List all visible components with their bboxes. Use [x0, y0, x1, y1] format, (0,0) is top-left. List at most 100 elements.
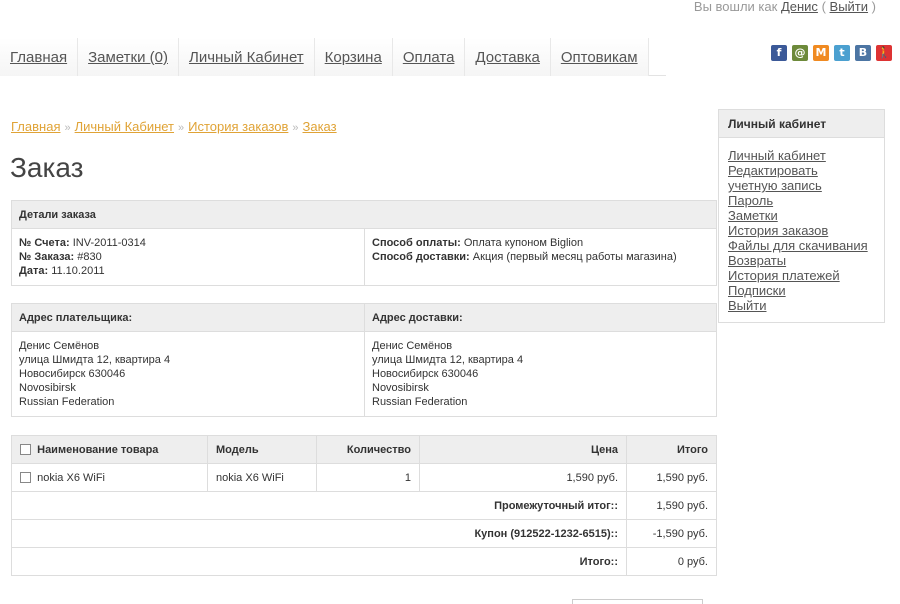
sidebar-link-returns[interactable]: Возвраты — [728, 253, 875, 268]
subtotal-row: Промежуточный итог:: 1,590 руб. — [11, 491, 717, 520]
sidebar-link-account[interactable]: Личный кабинет — [728, 148, 875, 163]
nav-delivery-label: Доставка — [475, 49, 540, 66]
nav-account[interactable]: Личный Кабинет — [178, 38, 315, 76]
order-info-cell: № Счета: INV-2011-0314 № Заказа: #830 Да… — [11, 228, 365, 286]
model-header: Модель — [207, 435, 317, 464]
bottom-control[interactable] — [572, 599, 703, 604]
moimir-icon[interactable]: M — [813, 45, 829, 61]
nav-wholesale-label: Оптовикам — [560, 49, 638, 66]
products-header-row: Наименование товара Модель Количество Це… — [11, 435, 717, 464]
sidebar-links: Личный кабинет Редактировать учетную зап… — [719, 138, 884, 322]
product-qty: 1 — [316, 463, 420, 492]
products-table: Наименование товара Модель Количество Це… — [11, 435, 717, 576]
coupon-label: Купон (912522-1232-6515):: — [11, 519, 627, 548]
sidebar-link-logout[interactable]: Выйти — [728, 298, 875, 313]
user-link[interactable]: Денис — [781, 0, 818, 14]
nav-delivery[interactable]: Доставка — [465, 38, 551, 76]
payer-region: Novosibirsk — [19, 382, 76, 394]
order-date: 11.10.2011 — [51, 265, 105, 277]
person-icon[interactable]: 🚶 — [876, 45, 892, 61]
address-table: Адрес плательщика: Адрес доставки: Денис… — [11, 303, 717, 417]
paren-open: ( — [821, 0, 826, 14]
breadcrumb-account[interactable]: Личный Кабинет — [75, 119, 174, 134]
account-sidebar: Личный кабинет Личный кабинет Редактиров… — [718, 109, 885, 323]
grand-total-value: 0 руб. — [626, 547, 717, 576]
nav-wholesale[interactable]: Оптовикам — [550, 38, 649, 76]
breadcrumb-order-history[interactable]: История заказов — [188, 119, 288, 134]
method-info-cell: Способ оплаты: Оплата купоном Biglion Сп… — [364, 228, 717, 286]
product-name: nokia X6 WiFi — [37, 471, 105, 484]
vkontakte-icon[interactable]: B — [855, 45, 871, 61]
product-model: nokia X6 WiFi — [207, 463, 317, 492]
nav-cart-label: Корзина — [324, 49, 382, 66]
product-price: 1,590 руб. — [419, 463, 627, 492]
login-status: Вы вошли как Денис ( Выйти ) — [694, 0, 876, 14]
payment-method: Оплата купоном Biglion — [463, 237, 584, 249]
shipping-method: Акция (первый месяц работы магазина) — [472, 251, 677, 263]
grand-total-row: Итого:: 0 руб. — [11, 547, 717, 576]
page-title: Заказ — [10, 152, 84, 183]
sidebar-link-edit[interactable]: Редактировать — [728, 163, 875, 178]
breadcrumb-order[interactable]: Заказ — [303, 119, 337, 134]
subtotal-label: Промежуточный итог:: — [11, 491, 627, 520]
order-details-table: Детали заказа № Счета: INV-2011-0314 № З… — [11, 200, 717, 286]
logout-link[interactable]: Выйти — [830, 0, 869, 14]
sidebar-link-notes[interactable]: Заметки — [728, 208, 875, 223]
nav-notes-label: Заметки (0) — [88, 49, 168, 66]
breadcrumb: Главная» Личный Кабинет» История заказов» З… — [11, 119, 337, 134]
invoice-label: № Счета: — [19, 237, 70, 249]
select-all-checkbox[interactable] — [20, 444, 31, 456]
qty-header: Количество — [316, 435, 420, 464]
shipping-name: Денис Семёнов — [372, 340, 453, 352]
product-name-header: Наименование товара — [11, 435, 208, 464]
shipping-region: Novosibirsk — [372, 382, 429, 394]
product-name-cell: nokia X6 WiFi — [11, 463, 208, 492]
shipping-address-header: Адрес доставки: — [364, 303, 717, 332]
payer-street: улица Шмидта 12, квартира 4 — [19, 354, 171, 366]
nav-payment[interactable]: Оплата — [392, 38, 466, 76]
nav-home[interactable]: Главная — [0, 38, 79, 76]
order-details-header: Детали заказа — [11, 200, 717, 229]
sidebar-link-edit-account[interactable]: учетную запись — [728, 178, 875, 193]
odnoklassniki-icon[interactable]: @ — [792, 45, 808, 61]
sidebar-link-payment-history[interactable]: История платежей — [728, 268, 875, 283]
nav-account-label: Личный Кабинет — [188, 49, 304, 66]
shipping-label: Способ доставки: — [372, 251, 470, 263]
twitter-icon[interactable]: t — [834, 45, 850, 61]
order-number: #830 — [77, 251, 102, 263]
product-total: 1,590 руб. — [626, 463, 717, 492]
sidebar-title: Личный кабинет — [719, 110, 884, 138]
price-header: Цена — [419, 435, 627, 464]
facebook-icon[interactable]: f — [771, 45, 787, 61]
grand-total-label: Итого:: — [11, 547, 627, 576]
date-label: Дата: — [19, 265, 49, 277]
sidebar-link-order-history[interactable]: История заказов — [728, 223, 875, 238]
breadcrumb-sep: » — [178, 122, 185, 134]
sidebar-link-password[interactable]: Пароль — [728, 193, 875, 208]
row-checkbox[interactable] — [20, 472, 31, 484]
payer-city: Новосибирск 630046 — [19, 368, 126, 380]
shipping-address: Денис Семёнов улица Шмидта 12, квартира … — [364, 331, 717, 417]
breadcrumb-home[interactable]: Главная — [11, 119, 60, 134]
social-icons: f @ Mt B 🚶 — [771, 45, 892, 61]
nav-notes[interactable]: Заметки (0) — [78, 38, 179, 76]
nav-cart[interactable]: Корзина — [314, 38, 393, 76]
main-nav: Главная Заметки (0) Личный Кабинет Корзи… — [0, 38, 666, 76]
breadcrumb-sep: » — [292, 122, 299, 134]
order-label: № Заказа: — [19, 251, 75, 263]
coupon-value: -1,590 руб. — [626, 519, 717, 548]
payment-label: Способ оплаты: — [372, 237, 461, 249]
nav-home-label: Главная — [10, 49, 68, 66]
paren-close: ) — [871, 0, 876, 14]
payer-country: Russian Federation — [19, 396, 115, 408]
coupon-row: Купон (912522-1232-6515):: -1,590 руб. — [11, 519, 717, 548]
payer-name: Денис Семёнов — [19, 340, 100, 352]
shipping-street: улица Шмидта 12, квартира 4 — [372, 354, 524, 366]
subtotal-value: 1,590 руб. — [626, 491, 717, 520]
sidebar-link-downloads[interactable]: Файлы для скачивания — [728, 238, 875, 253]
shipping-country: Russian Federation — [372, 396, 468, 408]
sidebar-link-subscriptions[interactable]: Подписки — [728, 283, 875, 298]
breadcrumb-sep: » — [64, 122, 71, 134]
login-prefix: Вы вошли как — [693, 0, 778, 14]
invoice-number: INV-2011-0314 — [72, 237, 146, 249]
